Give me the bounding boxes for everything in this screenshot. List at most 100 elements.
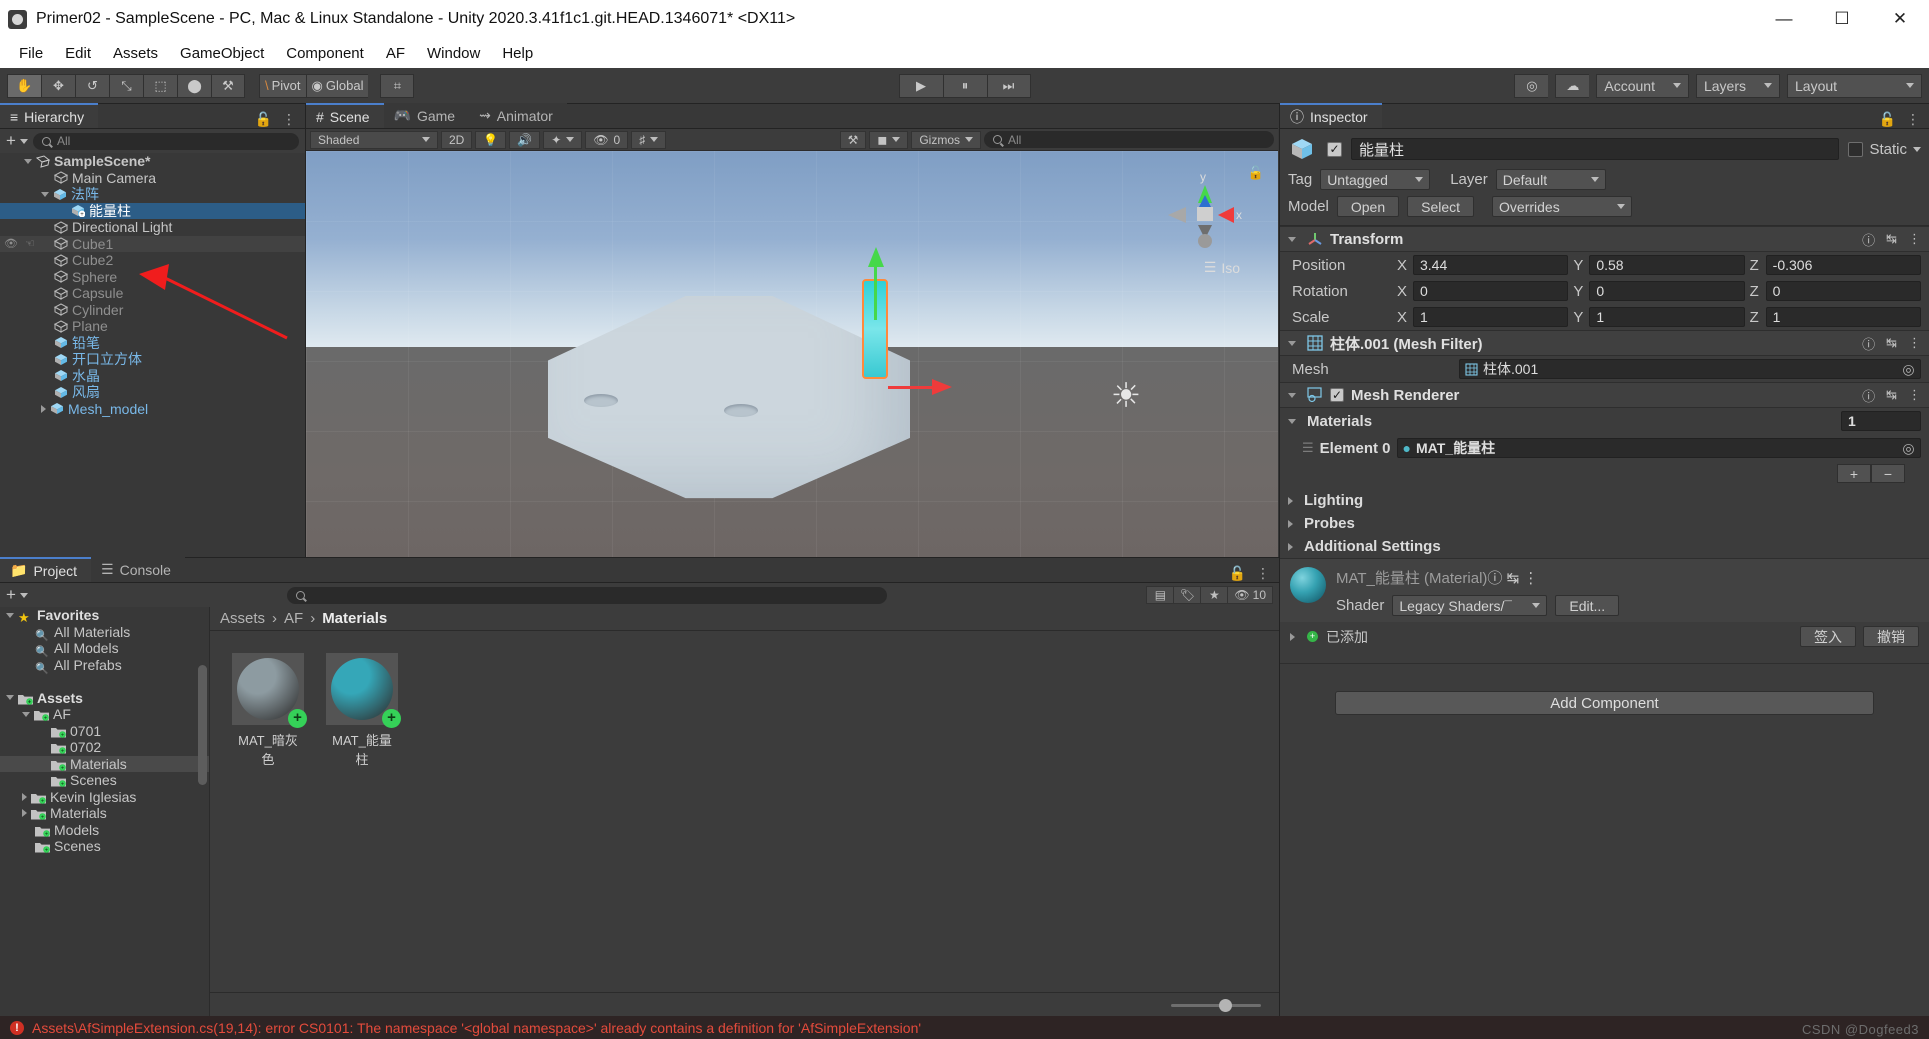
material-object-field[interactable]: ● MAT_能量柱 ◎ (1396, 438, 1921, 458)
hierarchy-item[interactable]: 法阵 (0, 186, 305, 203)
shader-dropdown[interactable]: Legacy Shaders/¯ (1392, 595, 1548, 616)
maximize-button[interactable]: ☐ (1813, 0, 1871, 38)
hierarchy-item[interactable]: 水晶 (0, 368, 305, 385)
help-icon[interactable]: ⓘ (1862, 230, 1875, 249)
static-checkbox[interactable]: ✓ (1848, 141, 1864, 157)
menu-af[interactable]: AF (375, 43, 416, 64)
global-toggle[interactable]: ◉ Global (305, 73, 369, 98)
create-object-button[interactable]: + (6, 131, 28, 151)
vcs-revert-button[interactable]: 撤销 (1863, 626, 1919, 647)
help-icon[interactable]: ⓘ (1487, 570, 1502, 587)
create-asset-button[interactable]: + (6, 585, 28, 605)
collapse-arrow-icon[interactable] (6, 695, 14, 701)
asset-item[interactable]: + MAT_能量柱 (326, 653, 401, 768)
gizmos-dropdown[interactable]: Gizmos (911, 130, 981, 149)
project-search-input[interactable] (287, 586, 888, 604)
tab-console[interactable]: ☰ Console (91, 557, 185, 582)
project-folder-tree[interactable]: ★ Favorites 🔍 All Materials 🔍 All Models 🔍 All … (0, 607, 210, 1017)
mesh-filter-component-header[interactable]: 柱体.001 (Mesh Filter) ⓘ ↹ ⋮ (1280, 330, 1929, 356)
hierarchy-item[interactable]: 铅笔 (0, 335, 305, 352)
close-button[interactable]: ✕ (1871, 0, 1929, 38)
favorite-filter-icon[interactable]: ★ (1200, 586, 1228, 604)
shader-edit-button[interactable]: Edit... (1555, 595, 1620, 616)
add-material-button[interactable]: + (1837, 464, 1871, 483)
collapse-arrow-icon[interactable] (1288, 340, 1296, 346)
mesh-renderer-enabled-checkbox[interactable]: ✓ (1330, 388, 1344, 402)
probes-foldout[interactable]: Probes (1280, 512, 1929, 535)
more-options-icon[interactable]: ⋮ (1256, 565, 1270, 582)
breadcrumb-materials[interactable]: Materials (322, 610, 387, 627)
shading-mode-dropdown[interactable]: Shaded (310, 130, 438, 149)
tab-animator[interactable]: ⇝ Animator (469, 103, 567, 128)
axis-x-field[interactable]: X1 (1397, 307, 1569, 327)
hierarchy-item[interactable]: 风扇 (0, 384, 305, 401)
more-options-icon[interactable]: ⋮ (1523, 570, 1538, 587)
additional-settings-foldout[interactable]: Additional Settings (1280, 535, 1929, 558)
tab-scene[interactable]: # Scene (306, 103, 384, 128)
asset-thumbnail[interactable]: + (232, 653, 307, 728)
scale-tool-icon[interactable]: ⤡ (109, 73, 143, 98)
more-options-icon[interactable]: ⋮ (282, 111, 296, 128)
scene-lighting-icon[interactable]: 💡 (475, 130, 507, 149)
object-picker-icon[interactable]: ◎ (1901, 361, 1916, 378)
layout-dropdown[interactable]: Layout (1787, 73, 1922, 98)
remove-material-button[interactable]: − (1871, 464, 1905, 483)
move-gizmo-y-arrow[interactable] (868, 247, 884, 267)
preset-icon[interactable]: ↹ (1507, 570, 1520, 587)
rotate-tool-icon[interactable]: ↺ (75, 73, 109, 98)
axis-x-field[interactable]: X0 (1397, 281, 1569, 301)
add-component-button[interactable]: Add Component (1335, 691, 1874, 715)
status-bar[interactable]: ! Assets\AfSimpleExtension.cs(19,14): er… (0, 1016, 1929, 1039)
transform-component-header[interactable]: Transform ⓘ ↹ ⋮ (1280, 226, 1929, 252)
preset-icon[interactable]: ↹ (1886, 387, 1897, 403)
menu-assets[interactable]: Assets (102, 43, 169, 64)
slider-knob[interactable] (1219, 998, 1232, 1012)
object-picker-icon[interactable]: ◎ (1901, 440, 1916, 457)
thumbnail-size-slider[interactable] (1171, 998, 1261, 1012)
project-tree-item[interactable]: ★ Favorites (0, 607, 209, 625)
directional-light-gizmo[interactable]: ☀ (1106, 376, 1146, 416)
project-tree-item[interactable]: +0701 (0, 723, 209, 740)
hierarchy-item[interactable]: Mesh_model (0, 401, 305, 418)
breadcrumb-af[interactable]: AF (284, 610, 303, 627)
axis-z-field[interactable]: Z -0.306 (1750, 255, 1921, 275)
axis-z-field[interactable]: Z0 (1750, 281, 1921, 301)
tag-dropdown[interactable]: Untagged (1320, 169, 1431, 190)
transform-tool-icon[interactable]: ⬤ (177, 73, 211, 98)
expand-arrow-icon[interactable] (1288, 542, 1293, 551)
scene-viewport[interactable]: ☀ y x 🔓 ☰ Iso (306, 151, 1278, 560)
axis-x-field[interactable]: X 3.44 (1397, 255, 1569, 275)
scene-tools-icon[interactable]: ⚒ (839, 130, 867, 149)
object-enabled-checkbox[interactable]: ✓ (1327, 141, 1342, 157)
project-tree-item[interactable]: + Scenes (0, 838, 209, 855)
menu-edit[interactable]: Edit (54, 43, 102, 64)
project-tree-item[interactable]: + Materials (0, 755, 209, 772)
object-name-input[interactable]: 能量柱 (1351, 138, 1840, 160)
help-icon[interactable]: ⓘ (1862, 334, 1875, 353)
hierarchy-item[interactable]: 开口立方体 (0, 351, 305, 368)
lock-icon[interactable]: 🔓 (255, 111, 272, 128)
expand-arrow-icon[interactable] (1288, 496, 1293, 505)
project-tree-item[interactable]: +0702 (0, 739, 209, 756)
custom-tool-icon[interactable]: ⚒ (211, 73, 245, 98)
move-gizmo-y-axis[interactable] (874, 265, 877, 320)
minimize-button[interactable]: — (1755, 0, 1813, 38)
expand-arrow-icon[interactable] (41, 404, 46, 413)
expand-arrow-icon[interactable] (22, 809, 27, 818)
collab-cloud-icon[interactable]: ☁ (1555, 73, 1590, 98)
hierarchy-item[interactable]: Main Camera (0, 170, 305, 187)
mesh-object-field[interactable]: 柱体.001 ◎ (1459, 359, 1921, 379)
collapse-arrow-icon[interactable] (1288, 236, 1296, 242)
more-options-icon[interactable]: ⋮ (1908, 387, 1921, 403)
lock-icon[interactable]: 🔓 (1879, 111, 1896, 128)
tab-game[interactable]: 🎮 Game (383, 103, 470, 128)
pivot-toggle[interactable]: \ Pivot (259, 73, 306, 98)
more-options-icon[interactable]: ⋮ (1908, 231, 1921, 247)
move-gizmo-x-arrow[interactable] (932, 379, 952, 395)
position-y-input[interactable]: 1 (1589, 307, 1745, 327)
model-open-button[interactable]: Open (1336, 196, 1400, 217)
position-y-input[interactable]: 0.58 (1589, 255, 1745, 275)
gizmo-lock-icon[interactable]: 🔓 (1248, 165, 1264, 181)
position-y-input[interactable]: 0 (1589, 281, 1745, 301)
project-tree-item[interactable]: + Kevin Iglesias (0, 789, 209, 806)
